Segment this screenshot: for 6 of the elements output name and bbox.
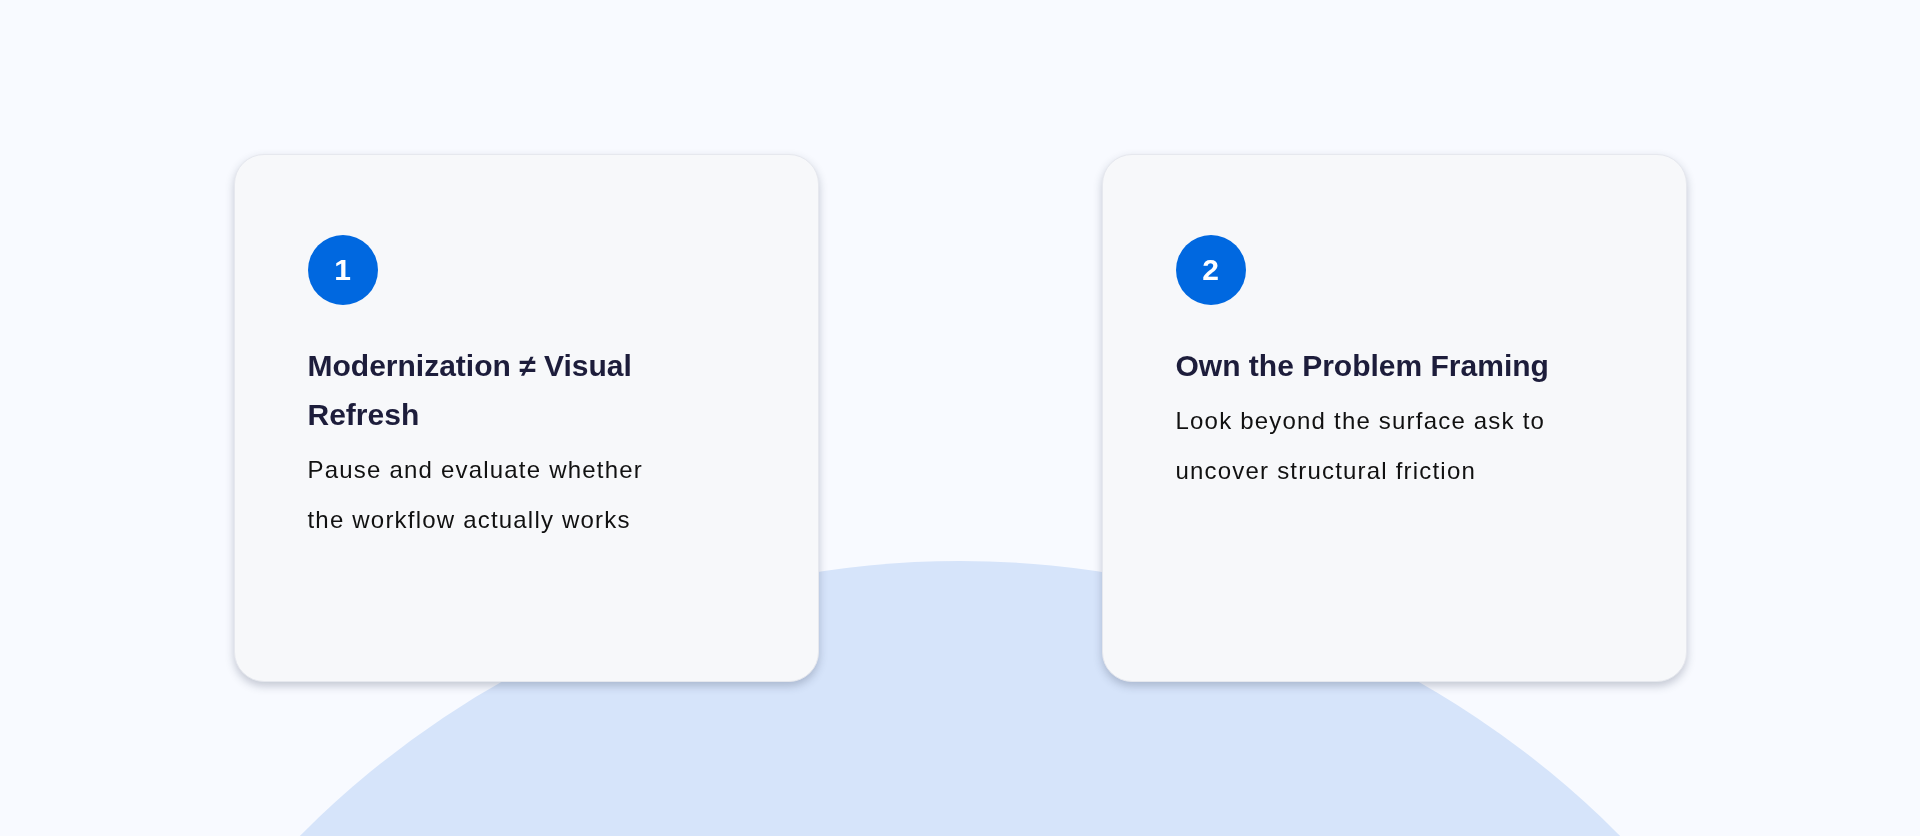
card-title: Own the Problem Framing bbox=[1175, 348, 1549, 384]
step-number: 2 bbox=[1175, 235, 1246, 305]
card-text: Pause and evaluate whether the workflow actually works bbox=[307, 455, 644, 535]
step-number: 1 bbox=[307, 235, 378, 305]
card-text: Look beyond the surface ask to uncover structural friction bbox=[1175, 406, 1547, 486]
card-title: Modernization ≠ Visual Refresh bbox=[307, 348, 633, 433]
